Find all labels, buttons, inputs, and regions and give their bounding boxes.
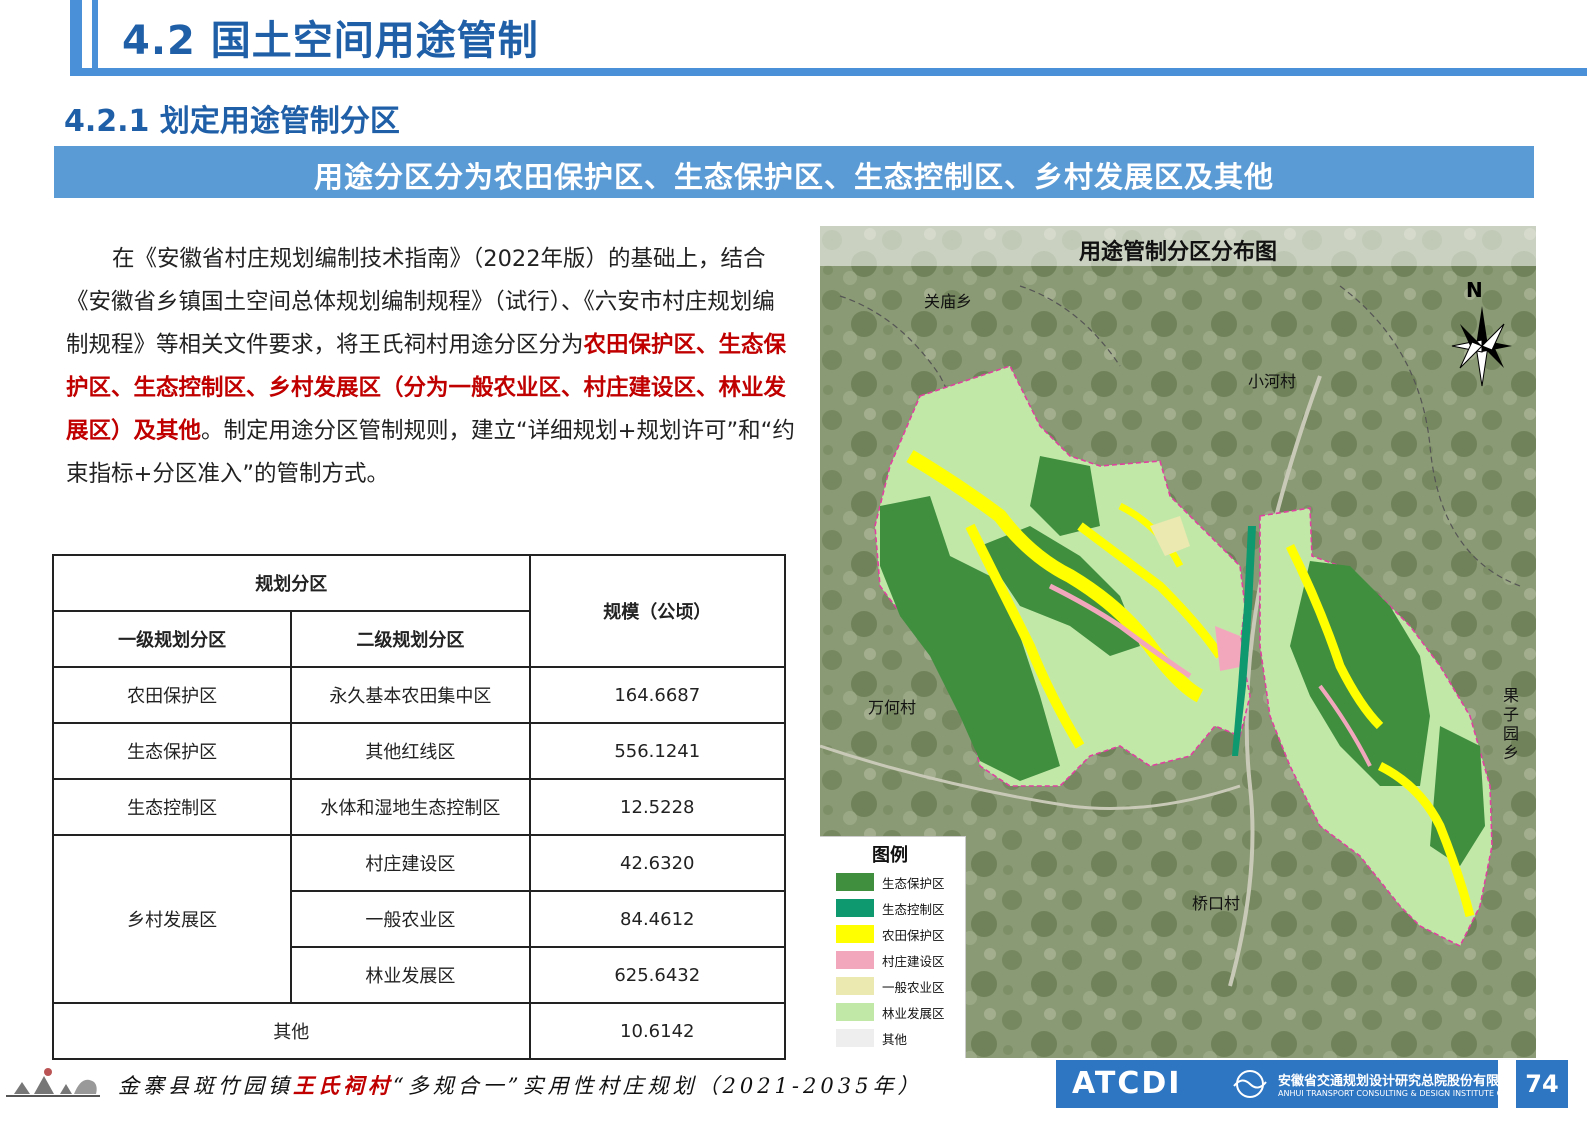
footer-title-highlight: 王氏祠村 [293, 1073, 393, 1098]
footer-project-title: 金寨县斑竹园镇王氏祠村“多规合一”实用性村庄规划（2021-2035年） [118, 1070, 922, 1100]
table-header-row: 规划分区 规模（公顷） [52, 554, 787, 668]
legend-swatch [836, 925, 874, 943]
legend-item: 生态控制区 [836, 899, 945, 917]
header-divider [70, 68, 1587, 76]
footer-title-post: “多规合一”实用性村庄规划（2021-2035年） [393, 1074, 923, 1098]
page-title: 4.2 国土空间用途管制 [122, 18, 539, 64]
table-row: 生态保护区 其他红线区 556.1241 [51, 722, 787, 780]
place-label: 关庙乡 [924, 292, 973, 311]
legend-label: 生态保护区 [882, 875, 945, 891]
legend-swatch [836, 899, 874, 917]
summary-banner: 用途分区分为农田保护区、生态保护区、生态控制区、乡村发展区及其他 [54, 146, 1534, 198]
footer-title-pre: 金寨县斑竹园镇 [118, 1074, 293, 1098]
wave-logo-icon [1233, 1070, 1267, 1098]
table-row: 农田保护区 永久基本农田集中区 164.6687 [51, 666, 787, 724]
place-label: 万何村 [868, 698, 917, 717]
legend-label: 农田保护区 [882, 927, 945, 943]
table-cell-level1: 农田保护区 [51, 666, 293, 724]
table-cell-area: 42.6320 [528, 834, 787, 892]
legend-swatch [836, 873, 874, 891]
legend-item: 生态保护区 [836, 873, 945, 891]
place-label: 果子园乡 [1502, 686, 1519, 762]
table-cell-area: 625.6432 [528, 946, 787, 1004]
table-cell-level1: 乡村发展区 [51, 834, 293, 1004]
legend-item: 林业发展区 [836, 1003, 945, 1021]
footer-village-sketch-icon [6, 1068, 100, 1097]
legend-swatch [836, 977, 874, 995]
table-header-level1: 一级规划分区 [51, 610, 293, 668]
table-header-group: 规划分区 [52, 554, 531, 612]
north-label: N [1466, 278, 1483, 302]
legend-label: 一般农业区 [882, 979, 945, 995]
header-accent-bar-thin [92, 0, 98, 68]
legend-label: 林业发展区 [882, 1005, 945, 1021]
legend-title: 图例 [872, 845, 908, 866]
place-label: 小河村 [1248, 372, 1297, 391]
table-cell-level2: 林业发展区 [290, 946, 531, 1004]
legend-swatch [836, 1029, 874, 1047]
table-cell-level1: 其他 [52, 1002, 531, 1060]
legend-item: 其他 [836, 1029, 907, 1047]
legend-label: 其他 [882, 1031, 908, 1047]
table-row: 其他 10.6142 [52, 1002, 787, 1060]
header-accent-bar [70, 0, 82, 68]
page-number: 74 [1516, 1060, 1568, 1108]
zoning-map[interactable]: 用途管制分区分布图 N 关庙乡 小河村 万何村 果子园乡 桥口村 图例 生态保护… [820, 226, 1536, 1058]
place-label: 桥口村 [1192, 894, 1241, 913]
legend-item: 村庄建设区 [836, 951, 945, 969]
table-cell-area: 164.6687 [528, 666, 787, 724]
legend-swatch [836, 1003, 874, 1021]
table-cell-area: 556.1241 [528, 722, 787, 780]
section-title: 4.2.1 划定用途管制分区 [64, 104, 400, 139]
summary-banner-text: 用途分区分为农田保护区、生态保护区、生态控制区、乡村发展区及其他 [313, 160, 1274, 194]
legend-label: 生态控制区 [882, 901, 945, 917]
table-cell-level2: 水体和湿地生态控制区 [290, 778, 531, 836]
table-cell-level1: 生态保护区 [51, 722, 293, 780]
map-title: 用途管制分区分布图 [1078, 240, 1277, 265]
table-header-area: 规模（公顷） [528, 554, 787, 668]
company-logo: ATCDI [1072, 1066, 1182, 1101]
table-cell-area: 84.4612 [528, 890, 787, 948]
table-cell-area: 10.6142 [528, 1002, 787, 1060]
table-cell-level2: 永久基本农田集中区 [290, 666, 531, 724]
table-header-level2: 二级规划分区 [290, 610, 531, 668]
company-name-cn: 安徽省交通规划设计研究总院股份有限公司 [1278, 1074, 1526, 1089]
legend-item: 农田保护区 [836, 925, 945, 943]
company-banner: ATCDI 安徽省交通规划设计研究总院股份有限公司 ANHUI TRANSPOR… [1056, 1060, 1530, 1108]
table-cell-level1: 生态控制区 [51, 778, 293, 836]
legend-label: 村庄建设区 [882, 953, 945, 969]
table-cell-level2: 村庄建设区 [290, 834, 531, 892]
table-cell-area: 12.5228 [528, 778, 787, 836]
legend-swatch [836, 951, 874, 969]
zoning-table: 规划分区 规模（公顷） 一级规划分区 二级规划分区 农田保护区 永久基本农田集中… [51, 554, 787, 1060]
company-name-en: ANHUI TRANSPORT CONSULTING & DESIGN INST… [1278, 1089, 1531, 1098]
table-cell-level2: 一般农业区 [290, 890, 531, 948]
table-cell-level2: 其他红线区 [290, 722, 531, 780]
description-paragraph: 在《安徽省村庄规划编制技术指南》（2022年版）的基础上，结合《安徽省乡镇国土空… [66, 238, 796, 496]
table-row: 乡村发展区 村庄建设区 42.6320 [51, 834, 787, 1004]
table-row: 生态控制区 水体和湿地生态控制区 12.5228 [51, 778, 787, 836]
map-legend: 图例 生态保护区 生态控制区 农田保护区 村庄建设区 一般农业区 林业发展区 其… [820, 836, 966, 1058]
legend-item: 一般农业区 [836, 977, 945, 995]
